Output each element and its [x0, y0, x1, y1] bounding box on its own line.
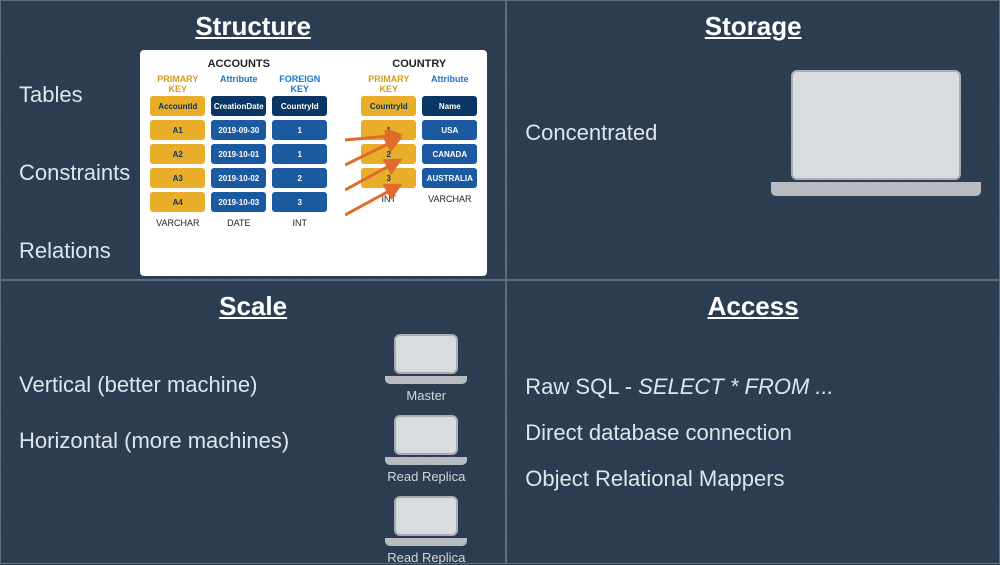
structure-side-labels: Tables Constraints Relations — [19, 50, 130, 276]
accounts-table-name: ACCOUNTS — [208, 58, 270, 70]
db-schema-diagram: ACCOUNTS PRIMARY KEY Attribute FOREIGN K… — [140, 50, 487, 276]
country-pk-label: PRIMARY KEY — [361, 74, 416, 94]
accounts-fk-label: FOREIGN KEY — [272, 74, 327, 94]
scale-title: Scale — [19, 291, 487, 322]
table-cell: USA — [422, 120, 477, 140]
country-type-1: VARCHAR — [422, 194, 477, 204]
scale-vertical-text: Vertical (better machine) — [19, 372, 365, 398]
table-cell: 1 — [272, 120, 327, 140]
scale-node-master: Master — [385, 334, 467, 403]
access-title: Access — [525, 291, 981, 322]
master-label: Master — [385, 388, 467, 403]
table-cell: A4 — [150, 192, 205, 212]
accounts-attr-label: Attribute — [211, 74, 266, 94]
storage-text: Concentrated — [525, 120, 657, 146]
label-constraints: Constraints — [19, 160, 130, 186]
access-orm: Object Relational Mappers — [525, 466, 981, 492]
table-cell: AUSTRALIA — [422, 168, 477, 188]
table-cell: A3 — [150, 168, 205, 188]
access-raw-sql-prefix: Raw SQL - — [525, 374, 638, 399]
accounts-type-0: VARCHAR — [150, 218, 205, 228]
replica-label-2: Read Replica — [385, 550, 467, 565]
laptop-icon — [385, 496, 467, 546]
structure-title: Structure — [19, 11, 487, 42]
country-type-0: INT — [361, 194, 416, 204]
accounts-header-creationdate: CreationDate — [211, 96, 266, 116]
laptop-icon — [385, 415, 467, 465]
table-cell: 3 — [361, 168, 416, 188]
accounts-header-accountid: AccountId — [150, 96, 205, 116]
table-cell: CANADA — [422, 144, 477, 164]
access-raw-sql: Raw SQL - SELECT * FROM ... — [525, 374, 981, 400]
accounts-header-countryid: CountryId — [272, 96, 327, 116]
accounts-type-1: DATE — [211, 218, 266, 228]
laptop-icon — [771, 70, 981, 196]
country-table-name: COUNTRY — [392, 58, 446, 70]
access-raw-sql-query: SELECT * FROM ... — [638, 374, 834, 399]
scale-node-replica-1: Read Replica — [385, 415, 467, 484]
table-cell: 2019-09-30 — [211, 120, 266, 140]
label-tables: Tables — [19, 82, 130, 108]
access-direct-connection: Direct database connection — [525, 420, 981, 446]
accounts-pk-label: PRIMARY KEY — [150, 74, 205, 94]
storage-panel: Storage Concentrated — [506, 0, 1000, 280]
access-panel: Access Raw SQL - SELECT * FROM ... Direc… — [506, 280, 1000, 564]
replica-label-1: Read Replica — [385, 469, 467, 484]
storage-title: Storage — [525, 11, 981, 42]
laptop-icon — [385, 334, 467, 384]
table-cell: 2019-10-02 — [211, 168, 266, 188]
table-cell: A1 — [150, 120, 205, 140]
country-attr-label: Attribute — [422, 74, 477, 94]
table-cell: 2 — [361, 144, 416, 164]
scale-node-replica-2: Read Replica — [385, 496, 467, 565]
table-cell: 2019-10-03 — [211, 192, 266, 212]
accounts-type-2: INT — [272, 218, 327, 228]
table-cell: 2 — [272, 168, 327, 188]
scale-horizontal-text: Horizontal (more machines) — [19, 428, 365, 454]
country-header-countryid: CountryId — [361, 96, 416, 116]
label-relations: Relations — [19, 238, 130, 264]
country-table: COUNTRY PRIMARY KEY Attribute CountryId … — [361, 58, 477, 204]
scale-panel: Scale Vertical (better machine) Horizont… — [0, 280, 506, 564]
accounts-table: ACCOUNTS PRIMARY KEY Attribute FOREIGN K… — [150, 58, 327, 228]
table-cell: 3 — [272, 192, 327, 212]
table-cell: 1 — [361, 120, 416, 140]
country-header-name: Name — [422, 96, 477, 116]
table-cell: 2019-10-01 — [211, 144, 266, 164]
structure-panel: Structure Tables Constraints Relations A… — [0, 0, 506, 280]
table-cell: A2 — [150, 144, 205, 164]
table-cell: 1 — [272, 144, 327, 164]
